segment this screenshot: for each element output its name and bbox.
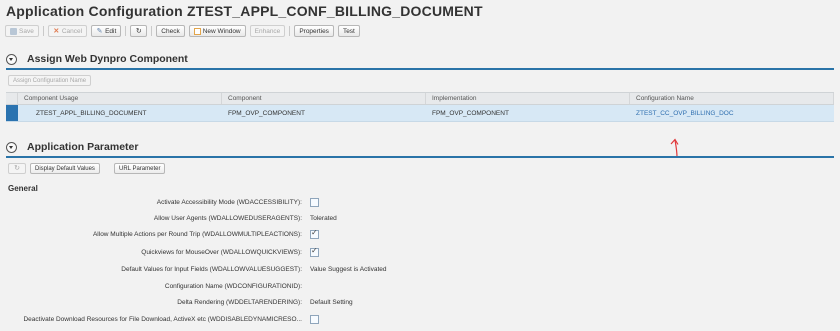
param-row: Quickviews for MouseOver (WDALLOWQUICKVI…	[0, 246, 319, 258]
refresh-icon: ↻	[135, 27, 142, 35]
param-row: Allow Multiple Actions per Round Trip (W…	[0, 228, 319, 240]
param-row: Delta Rendering (WDDELTARENDERING): Defa…	[0, 296, 353, 308]
section-divider	[6, 156, 834, 158]
param-label: Allow Multiple Actions per Round Trip (W…	[92, 230, 302, 238]
param-row: Activate Accessibility Mode (WDACCESSIBI…	[0, 196, 319, 208]
cancel-label: Cancel	[61, 27, 83, 35]
table-row[interactable]: ZTEST_APPL_BILLING_DOCUMENT FPM_OVP_COMP…	[6, 105, 834, 122]
param-row: Configuration Name (WDCONFIGURATIONID):	[0, 280, 310, 292]
param-value: Default Setting	[310, 298, 353, 306]
param-label: Activate Accessibility Mode (WDACCESSIBI…	[156, 198, 302, 206]
cancel-icon: ✕	[53, 27, 60, 35]
component-table: Component Usage Component Implementation…	[6, 92, 834, 122]
configuration-name-link[interactable]: ZTEST_CC_OVP_BILLING_DOC	[630, 105, 834, 121]
new-window-icon	[193, 27, 201, 35]
param-value: Tolerated	[310, 214, 337, 222]
disable-download-resources-checkbox[interactable]	[310, 314, 319, 324]
test-button[interactable]: Test	[337, 25, 360, 37]
general-group-title: General	[8, 184, 38, 193]
edit-button[interactable]: ✎ Edit	[91, 25, 122, 37]
collapse-icon[interactable]	[6, 53, 17, 65]
toolbar-separator	[42, 26, 44, 36]
param-row: Default Values for Input Fields (WDALLOW…	[0, 263, 386, 275]
assign-section-header: Assign Web Dynpro Component	[6, 53, 188, 65]
new-window-button[interactable]: New Window	[188, 25, 246, 37]
assign-configuration-name-button[interactable]: Assign Configuration Name	[8, 75, 92, 86]
param-label: Default Values for Input Fields (WDALLOW…	[121, 265, 302, 273]
check-button[interactable]: Check	[156, 25, 185, 37]
selector-header	[6, 93, 18, 104]
column-header: Implementation	[426, 93, 630, 104]
param-section-header: Application Parameter	[6, 141, 138, 153]
param-label: Allow User Agents (WDALLOWEDUSERAGENTS):	[153, 214, 302, 222]
page-title: Application Configuration ZTEST_APPL_CON…	[6, 3, 483, 19]
refresh-icon: ↻	[14, 165, 20, 172]
implementation-cell: FPM_OVP_COMPONENT	[432, 109, 509, 117]
row-selector[interactable]	[6, 105, 18, 121]
section-divider	[6, 68, 834, 70]
annotation-arrow-icon	[670, 138, 679, 158]
save-button[interactable]: Save	[5, 25, 39, 37]
display-default-values-button[interactable]: Display Default Values	[30, 163, 100, 174]
param-label: Deactivate Download Resources for File D…	[23, 315, 302, 323]
multiple-actions-checkbox[interactable]	[310, 228, 319, 239]
accessibility-checkbox[interactable]	[310, 197, 319, 207]
toolbar-separator	[151, 26, 153, 36]
toolbar-separator	[125, 26, 127, 36]
table-header: Component Usage Component Implementation…	[6, 92, 834, 105]
param-row: Deactivate Download Resources for File D…	[0, 313, 319, 325]
enhance-button[interactable]: Enhance	[249, 25, 286, 37]
param-label: Configuration Name (WDCONFIGURATIONID):	[164, 282, 302, 290]
row-selected-marker	[6, 105, 18, 121]
quickviews-checkbox[interactable]	[310, 246, 319, 257]
assign-section-title: Assign Web Dynpro Component	[27, 53, 188, 65]
column-header: Configuration Name	[630, 93, 834, 104]
new-window-label: New Window	[202, 27, 241, 35]
param-label: Delta Rendering (WDDELTARENDERING):	[177, 298, 302, 306]
save-label: Save	[19, 27, 34, 35]
param-value: Value Suggest is Activated	[310, 265, 387, 273]
properties-button[interactable]: Properties	[294, 25, 334, 37]
collapse-icon[interactable]	[6, 141, 17, 153]
column-header: Component	[222, 93, 426, 104]
column-header: Component Usage	[18, 93, 222, 104]
save-icon	[10, 27, 17, 35]
refresh-button[interactable]: ↻	[130, 25, 148, 37]
toolbar-separator	[289, 26, 291, 36]
main-toolbar: Save ✕ Cancel ✎ Edit ↻ Check New Window En…	[5, 25, 360, 37]
cancel-button[interactable]: ✕ Cancel	[47, 25, 88, 37]
param-label: Quickviews for MouseOver (WDALLOWQUICKVI…	[141, 248, 302, 256]
url-parameter-button[interactable]: URL Parameter	[114, 163, 166, 174]
edit-label: Edit	[105, 27, 117, 35]
param-row: Allow User Agents (WDALLOWEDUSERAGENTS):…	[0, 212, 337, 224]
refresh-params-button[interactable]: ↻	[8, 163, 26, 174]
pencil-icon: ✎	[96, 27, 103, 35]
component-cell: FPM_OVP_COMPONENT	[228, 109, 305, 117]
param-section-title: Application Parameter	[27, 141, 139, 153]
component-usage-cell: ZTEST_APPL_BILLING_DOCUMENT	[36, 109, 147, 117]
